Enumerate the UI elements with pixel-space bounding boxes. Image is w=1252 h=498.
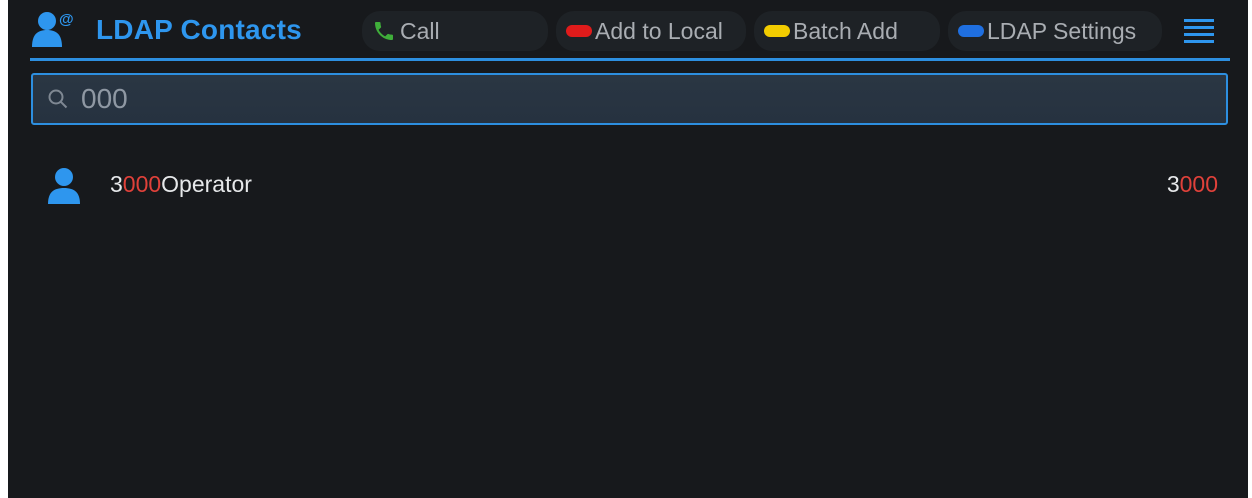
- ldap-settings-button[interactable]: LDAP Settings: [948, 11, 1162, 51]
- contact-name-suffix: Operator: [161, 171, 252, 197]
- search-icon: [48, 89, 68, 109]
- search-field[interactable]: [31, 73, 1228, 125]
- page-title: LDAP Contacts: [96, 14, 302, 45]
- contact-number-match: 000: [1179, 171, 1218, 197]
- svg-text:@: @: [59, 11, 74, 28]
- search-input[interactable]: [81, 75, 1211, 123]
- ldap-contacts-screen: @ LDAP Contacts Call Add to Local Batch …: [8, 0, 1248, 498]
- red-key-icon: [566, 25, 592, 37]
- contact-name: 3000Operator: [110, 171, 252, 198]
- contact-list-item[interactable]: 3000Operator 3000: [8, 158, 1248, 214]
- contact-number: 3000: [1167, 171, 1218, 198]
- contact-number-prefix: 3: [1166, 171, 1180, 197]
- yellow-key-icon: [764, 25, 790, 37]
- ldap-contact-icon: @: [32, 11, 74, 47]
- batch-add-button[interactable]: Batch Add: [754, 11, 940, 51]
- add-to-local-button[interactable]: Add to Local: [556, 11, 746, 51]
- person-icon: [48, 168, 80, 204]
- add-to-local-label: Add to Local: [595, 17, 723, 44]
- blue-key-icon: [958, 25, 984, 37]
- menu-lines-icon[interactable]: [1180, 14, 1222, 50]
- call-button-label: Call: [400, 17, 440, 44]
- phone-icon: [375, 22, 393, 40]
- header-bar: @ LDAP Contacts Call Add to Local Batch …: [8, 0, 1248, 60]
- contact-name-prefix: 3: [110, 171, 123, 197]
- contact-name-match: 000: [122, 171, 162, 197]
- call-button[interactable]: Call: [362, 11, 548, 51]
- ldap-settings-label: LDAP Settings: [987, 17, 1137, 44]
- batch-add-label: Batch Add: [793, 17, 898, 44]
- header-divider: [30, 58, 1230, 61]
